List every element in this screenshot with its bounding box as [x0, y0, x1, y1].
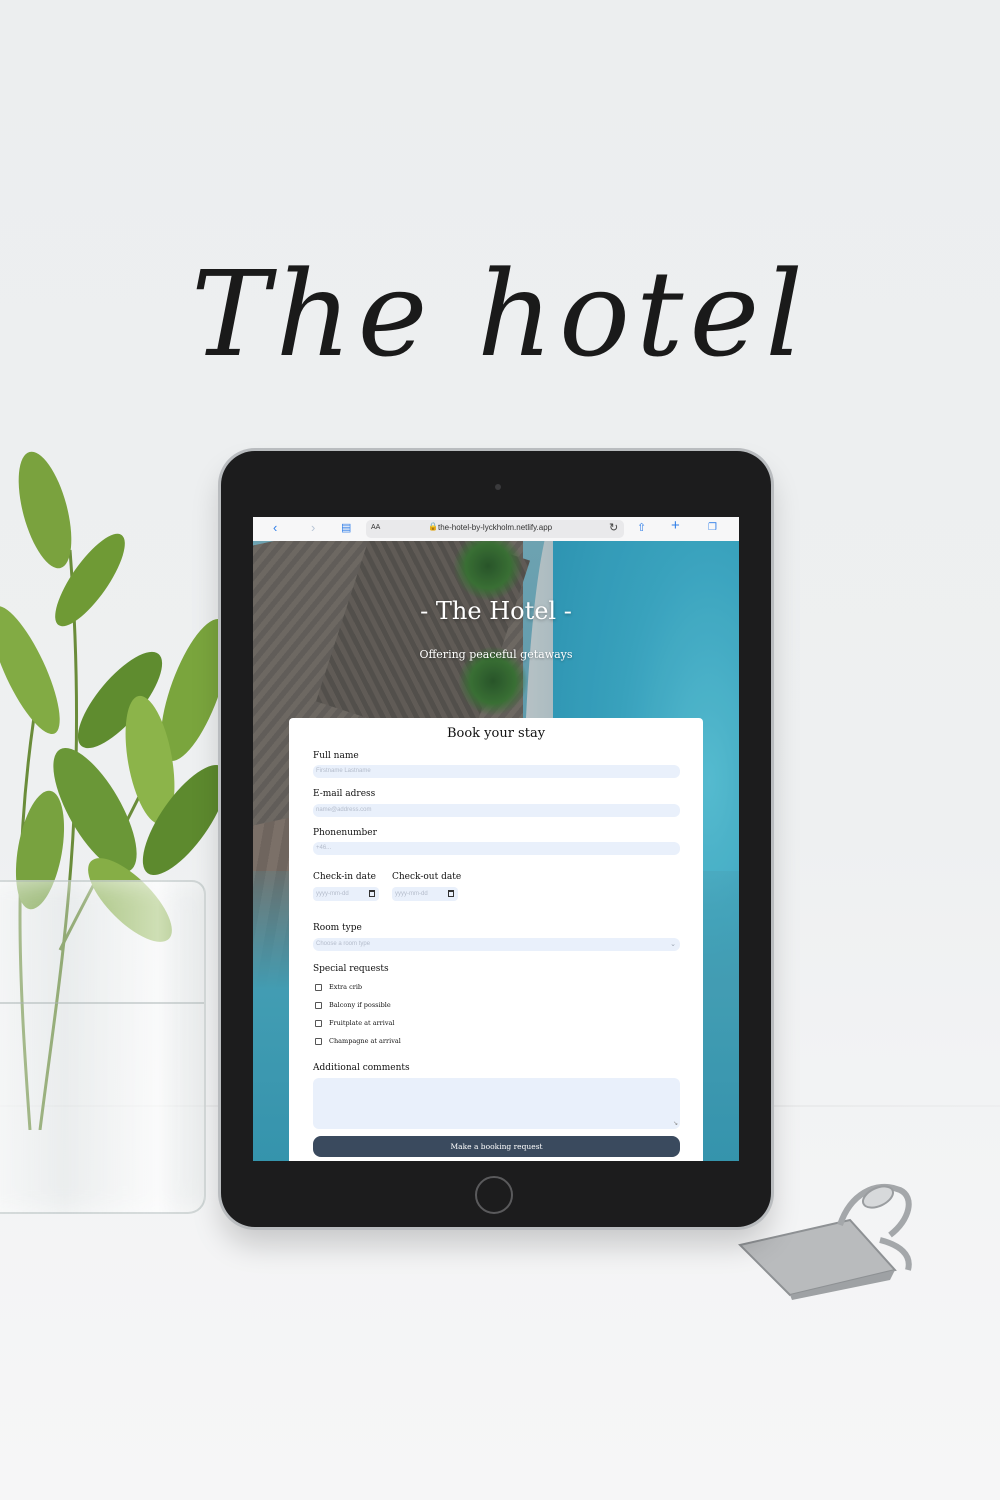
checkbox-balcony[interactable]: Balcony if possible	[315, 1001, 391, 1009]
room-type-selected: Choose a room type	[316, 941, 371, 947]
checkbox-fruitplate[interactable]: Fruitplate at arrival	[315, 1019, 394, 1027]
lock-icon: 🔒	[428, 522, 438, 531]
full-name-input[interactable]: Firstname Lastname	[313, 765, 680, 778]
tablet-device: ‹ › ▤ AA 🔒 the-hotel-by-lyckholm.netlify…	[221, 451, 771, 1227]
hero-title: - The Hotel -	[420, 597, 572, 625]
checkbox-label: Champagne at arrival	[329, 1037, 401, 1045]
special-requests-label: Special requests	[313, 964, 389, 974]
browser-toolbar: ‹ › ▤ AA 🔒 the-hotel-by-lyckholm.netlify…	[253, 517, 739, 541]
reload-icon[interactable]: ↻	[609, 521, 618, 535]
forward-icon[interactable]: ›	[311, 521, 315, 535]
checkbox[interactable]	[315, 1001, 322, 1009]
email-label: E-mail adress	[313, 789, 376, 799]
checkout-date-input[interactable]: yyyy-mm-dd	[392, 887, 458, 901]
calendar-icon[interactable]	[369, 890, 375, 897]
camera-dot	[495, 484, 501, 490]
back-icon[interactable]: ‹	[273, 521, 277, 535]
comments-label: Additional comments	[313, 1063, 410, 1073]
checkbox[interactable]	[315, 1037, 322, 1045]
url-text[interactable]: the-hotel-by-lyckholm.netlify.app	[438, 523, 552, 532]
phone-label: Phonenumber	[313, 828, 377, 838]
checkin-placeholder: yyyy-mm-dd	[316, 891, 349, 897]
share-icon[interactable]: ⇧	[637, 521, 646, 535]
checkbox-extra-crib[interactable]: Extra crib	[315, 983, 362, 991]
phone-input[interactable]: +46...	[313, 842, 680, 855]
form-title: Book your stay	[446, 726, 546, 741]
hero-subtitle: Offering peaceful getaways	[419, 648, 573, 661]
email-input[interactable]: name@address.com	[313, 804, 680, 817]
vase-water-line	[0, 1002, 204, 1004]
checkbox-label: Balcony if possible	[329, 1001, 391, 1009]
room-type-label: Room type	[313, 923, 362, 933]
new-tab-icon[interactable]: +	[671, 518, 680, 533]
tabs-icon[interactable]: ❐	[708, 521, 717, 535]
checkout-label: Check-out date	[392, 872, 462, 882]
calendar-icon[interactable]	[448, 890, 454, 897]
home-button[interactable]	[475, 1176, 513, 1214]
headline-script: The hotel	[190, 245, 810, 383]
text-size-button[interactable]: AA	[371, 524, 380, 531]
checkin-date-input[interactable]: yyyy-mm-dd	[313, 887, 379, 901]
booking-form: Book your stay Full name Firstname Lastn…	[289, 718, 703, 1161]
full-name-label: Full name	[313, 751, 359, 761]
chevron-down-icon: ⌄	[670, 941, 676, 948]
tablet-screen: ‹ › ▤ AA 🔒 the-hotel-by-lyckholm.netlify…	[253, 517, 739, 1161]
resize-handle-icon[interactable]: ↘	[673, 1120, 678, 1127]
checkout-placeholder: yyyy-mm-dd	[395, 891, 428, 897]
checkbox-champagne[interactable]: Champagne at arrival	[315, 1037, 401, 1045]
glass-vase	[0, 880, 206, 1214]
checkin-label: Check-in date	[313, 872, 376, 882]
checkbox-label: Extra crib	[329, 983, 363, 991]
comments-textarea[interactable]: ↘	[313, 1078, 680, 1129]
room-type-select[interactable]: Choose a room type ⌄	[313, 938, 680, 951]
checkbox[interactable]	[315, 1019, 322, 1027]
checkbox-label: Fruitplate at arrival	[329, 1019, 395, 1027]
booking-request-button[interactable]: Make a booking request	[313, 1136, 680, 1157]
bookmarks-icon[interactable]: ▤	[341, 521, 351, 535]
checkbox[interactable]	[315, 983, 322, 991]
